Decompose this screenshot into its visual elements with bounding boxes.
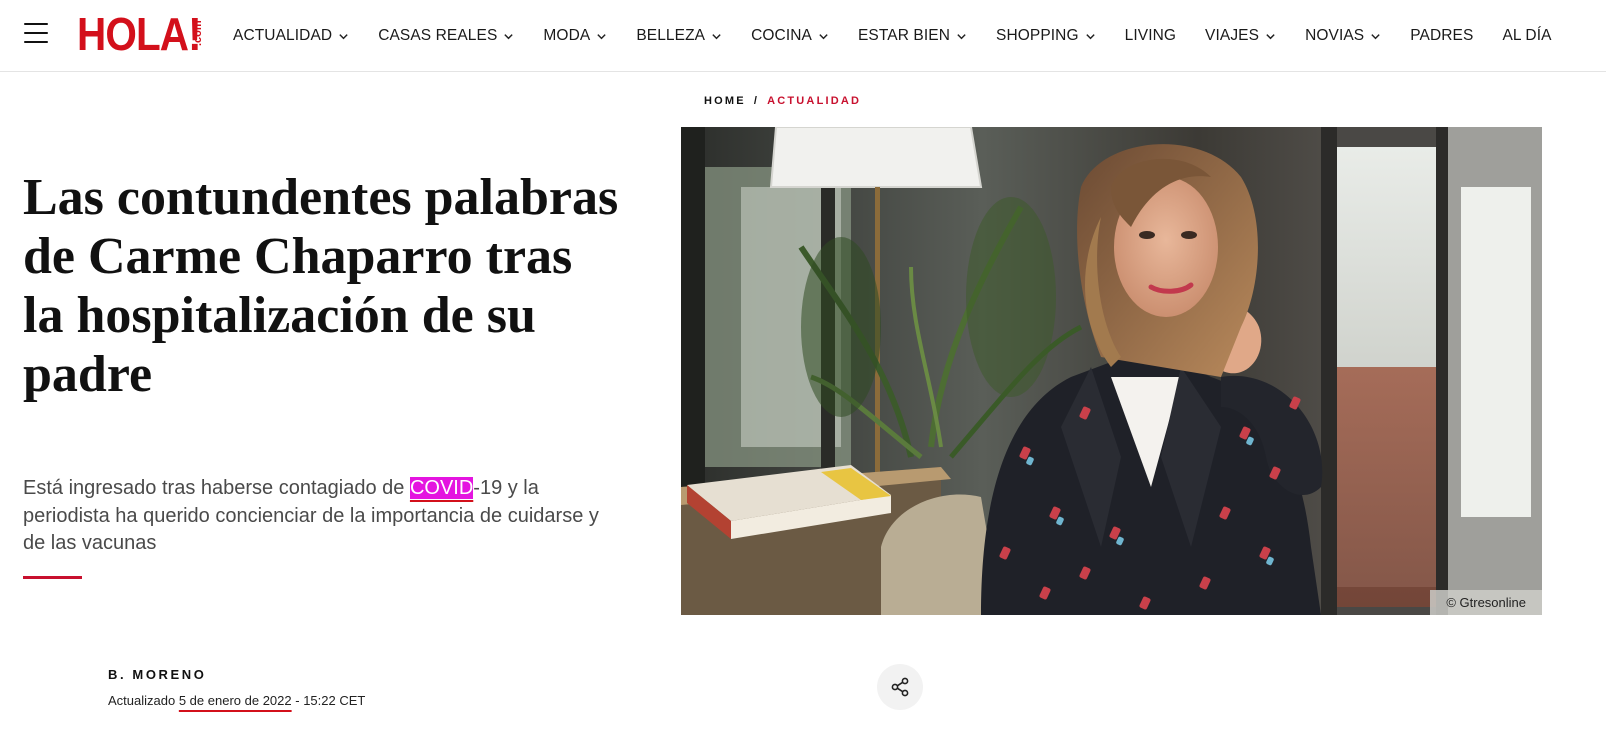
title-divider	[23, 576, 82, 579]
nav-item-cocina[interactable]: COCINA	[751, 27, 829, 45]
article-hero-image[interactable]: © Gtresonline	[681, 127, 1542, 615]
nav-item-novias[interactable]: NOVIAS	[1305, 27, 1381, 45]
article-author[interactable]: B. MORENO	[108, 667, 207, 682]
nav-item-al-dia[interactable]: AL DÍA	[1502, 27, 1551, 45]
chevron-down-icon	[957, 33, 966, 39]
main-nav: ACTUALIDAD CASAS REALES MODA BELLEZA COC…	[233, 0, 1552, 72]
image-credit: © Gtresonline	[1430, 590, 1542, 615]
chevron-down-icon	[712, 33, 721, 39]
chevron-down-icon	[1085, 33, 1095, 39]
nav-item-living[interactable]: LIVING	[1125, 27, 1176, 45]
chevron-down-icon	[819, 33, 828, 39]
chevron-down-icon	[1266, 33, 1275, 39]
chevron-down-icon	[1371, 33, 1380, 39]
updated-time: - 15:22 CET	[295, 693, 366, 708]
logo-com-mark: .com	[192, 20, 204, 46]
breadcrumb-actualidad[interactable]: ACTUALIDAD	[767, 95, 861, 107]
article-updated: Actualizado 5 de enero de 2022 - 15:22 C…	[108, 693, 365, 708]
chevron-down-icon	[504, 33, 514, 39]
article-title: Las contundentes palabras de Carme Chapa…	[23, 169, 619, 403]
hero-photo	[681, 127, 1542, 615]
breadcrumb-separator: /	[753, 95, 760, 107]
updated-label: Actualizado	[108, 693, 176, 708]
logo-text: HOLA!	[77, 8, 202, 60]
search-highlight: COVID	[409, 477, 474, 499]
article-subtitle: Está ingresado tras haberse contagiado d…	[23, 475, 603, 558]
nav-item-shopping[interactable]: SHOPPING	[996, 27, 1096, 45]
nav-item-estar-bien[interactable]: ESTAR BIEN	[858, 27, 967, 45]
updated-date: 5 de enero de 2022	[178, 693, 292, 708]
share-icon	[891, 677, 909, 697]
hamburger-menu-icon[interactable]	[24, 22, 48, 44]
breadcrumb: HOME / ACTUALIDAD	[704, 95, 861, 107]
nav-item-casas-reales[interactable]: CASAS REALES	[378, 27, 514, 45]
hola-logo[interactable]: HOLA! .com	[77, 10, 218, 58]
nav-item-viajes[interactable]: VIAJES	[1205, 27, 1276, 45]
nav-item-belleza[interactable]: BELLEZA	[636, 27, 722, 45]
breadcrumb-home[interactable]: HOME	[704, 95, 746, 107]
chevron-down-icon	[597, 33, 607, 39]
site-header: HOLA! .com ACTUALIDAD CASAS REALES MODA …	[0, 0, 1606, 72]
share-button[interactable]	[877, 664, 923, 710]
chevron-down-icon	[339, 33, 348, 39]
subtitle-text-start: Está ingresado tras haberse contagiado d…	[23, 477, 410, 499]
nav-item-actualidad[interactable]: ACTUALIDAD	[233, 27, 349, 45]
nav-item-moda[interactable]: MODA	[543, 27, 607, 45]
nav-item-padres[interactable]: PADRES	[1410, 27, 1473, 45]
